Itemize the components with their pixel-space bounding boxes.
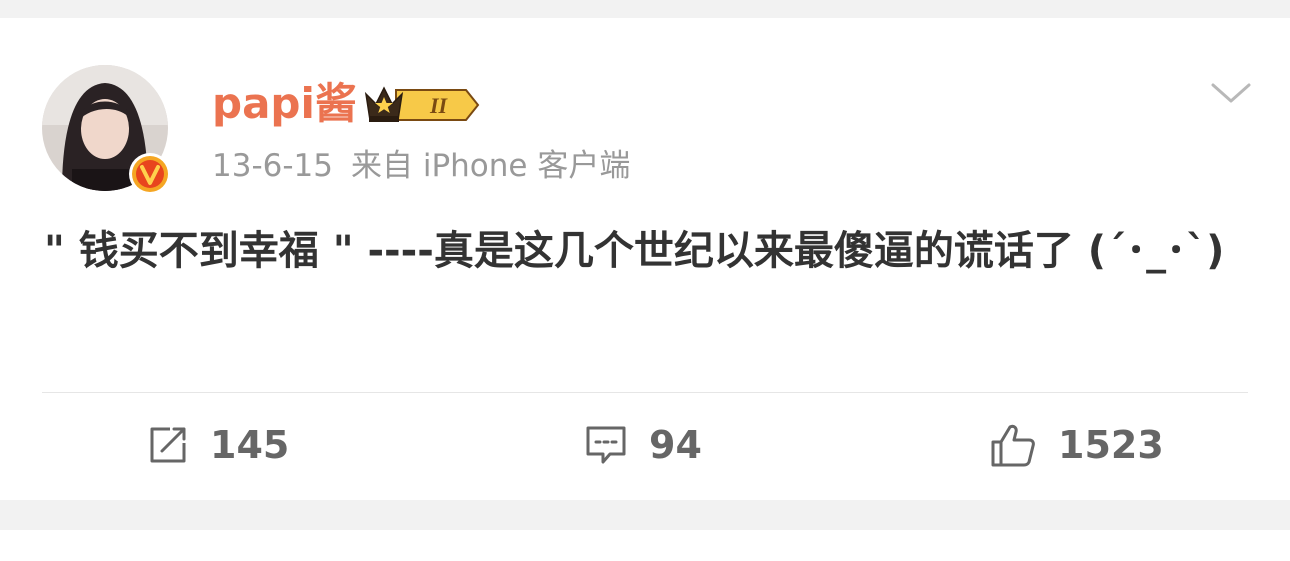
like-button[interactable]: 1523 [990,418,1164,472]
post-meta: 13-6-15 来自 iPhone 客户端 [212,146,630,186]
crown-vip-icon[interactable]: II [362,82,480,128]
post-text: " 钱买不到幸福 " ----真是这几个世纪以来最傻逼的谎话了 (´･_･`) [44,228,1225,274]
post-time: 13-6-15 [212,148,333,184]
comment-icon [586,426,626,464]
weibo-post-card: papi酱 II 13-6-15 来自 iPhone 客户端 " 钱买不到幸福 "… [0,18,1290,500]
repost-count: 145 [210,423,290,467]
like-count: 1523 [1058,423,1164,467]
repost-icon [150,427,186,463]
username[interactable]: papi酱 [212,78,357,130]
post-source: 来自 iPhone 客户端 [351,148,631,184]
divider [42,392,1248,393]
chevron-down-icon[interactable] [1210,80,1252,106]
comment-button[interactable]: 94 [585,418,702,472]
thumbs-up-icon [991,424,1035,467]
vip-level-label: II [429,93,449,118]
comment-count: 94 [649,423,702,467]
feed-gap [0,530,1290,561]
repost-button[interactable]: 145 [148,418,289,472]
verified-badge-icon [129,153,171,195]
